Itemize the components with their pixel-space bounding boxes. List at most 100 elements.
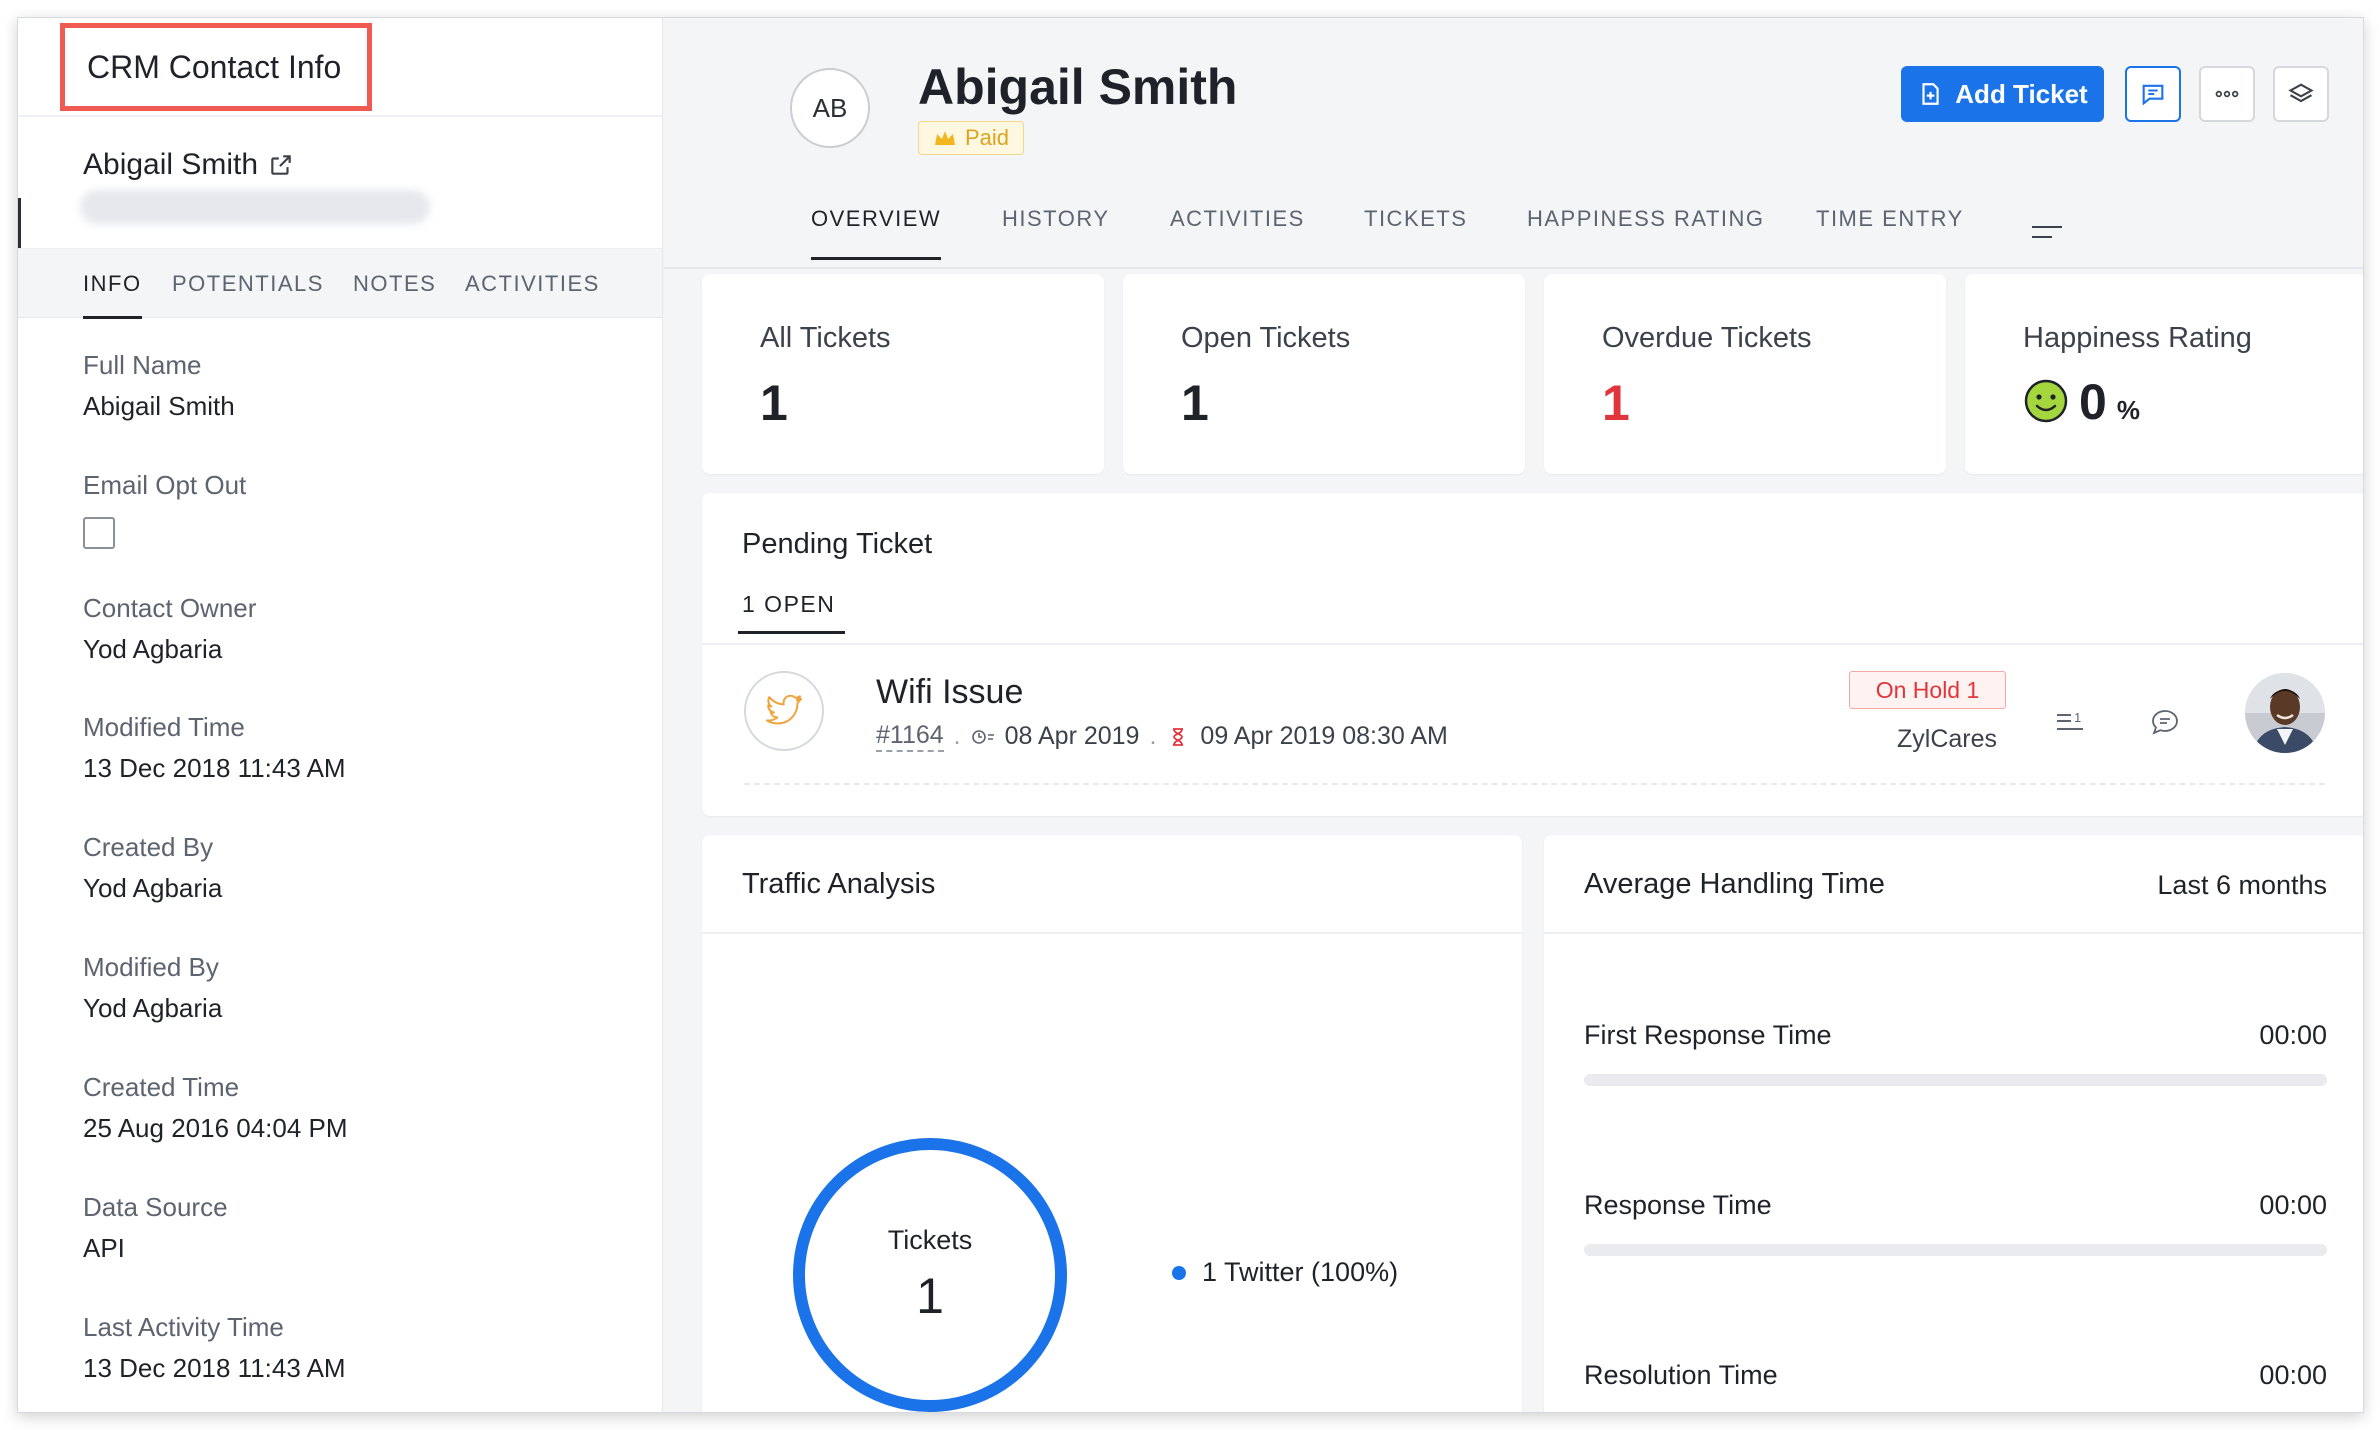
more-icon bbox=[2215, 90, 2239, 98]
ticket-subject[interactable]: Wifi Issue bbox=[876, 673, 1023, 712]
app-window: CRM Contact Info Abigail Smith INFO POTE… bbox=[17, 17, 2364, 1413]
add-ticket-icon bbox=[1922, 83, 1939, 105]
metric-value: 00:00 bbox=[2259, 1360, 2327, 1390]
layers-button[interactable] bbox=[2273, 66, 2329, 122]
field-label: Created Time bbox=[83, 1072, 240, 1102]
field-label: Modified By bbox=[83, 952, 219, 982]
field-label: Created By bbox=[83, 832, 214, 862]
tab-tickets[interactable]: TICKETS bbox=[1364, 206, 1467, 266]
status-badge[interactable]: On Hold 1 bbox=[1849, 671, 2006, 709]
crm-contact-panel: CRM Contact Info Abigail Smith INFO POTE… bbox=[18, 18, 663, 1412]
tab-open-tickets[interactable]: 1 OPEN bbox=[737, 591, 846, 634]
channel-badge bbox=[744, 671, 824, 751]
field-label: Email Opt Out bbox=[83, 470, 247, 500]
field-value: API bbox=[83, 1233, 125, 1263]
field-created-by: Created By Yod Agbaria bbox=[83, 832, 222, 904]
contact-name: Abigail Smith bbox=[918, 59, 1238, 115]
crown-icon bbox=[935, 131, 955, 145]
metric-value: 00:00 bbox=[2259, 1190, 2327, 1220]
twitter-icon bbox=[765, 695, 802, 725]
traffic-analysis-section: Traffic Analysis Tickets 1 1 Twitter (10… bbox=[702, 835, 1522, 1412]
field-label: Full Name bbox=[83, 350, 202, 380]
stat-value: 1 bbox=[760, 375, 788, 431]
field-full-name: Full Name Abigail Smith bbox=[83, 350, 235, 422]
stat-value: 1 bbox=[1181, 375, 1209, 431]
progress-bar bbox=[1584, 1244, 2327, 1256]
happiness-number: 0 bbox=[2079, 374, 2107, 430]
stat-label: Overdue Tickets bbox=[1602, 322, 1812, 354]
hourglass-icon bbox=[1173, 727, 1184, 746]
stat-label: All Tickets bbox=[760, 322, 891, 354]
stat-value: 1 bbox=[1602, 375, 1630, 431]
tab-history[interactable]: HISTORY bbox=[1002, 206, 1110, 266]
chat-button[interactable] bbox=[2125, 66, 2181, 122]
contact-avatar: AB bbox=[790, 68, 870, 148]
tab-activities[interactable]: ACTIVITIES bbox=[1170, 206, 1305, 266]
tab-overview[interactable]: OVERVIEW bbox=[811, 206, 942, 266]
thread-count-icon[interactable]: 1 bbox=[2055, 705, 2085, 735]
field-created-time: Created Time 25 Aug 2016 04:04 PM bbox=[83, 1072, 348, 1144]
stat-card-overdue-tickets[interactable]: Overdue Tickets 1 bbox=[1544, 274, 1946, 474]
add-ticket-label: Add Ticket bbox=[1955, 78, 2088, 109]
menu-icon[interactable] bbox=[2032, 224, 2062, 240]
tab-happiness-rating[interactable]: HAPPINESS RATING bbox=[1527, 206, 1765, 266]
field-last-activity-time: Last Activity Time 13 Dec 2018 11:43 AM bbox=[83, 1312, 346, 1384]
period-selector[interactable]: Last 6 months bbox=[2157, 870, 2327, 901]
ticket-created-date: 08 Apr 2019 bbox=[1004, 722, 1140, 750]
divider bbox=[702, 643, 2363, 645]
smiley-icon bbox=[2024, 379, 2068, 423]
divider bbox=[702, 932, 1522, 934]
department-name: ZylCares bbox=[1897, 725, 1998, 753]
donut-label: Tickets bbox=[887, 1225, 973, 1255]
ticket-id[interactable]: #1164 bbox=[876, 721, 944, 752]
stat-label: Open Tickets bbox=[1181, 322, 1351, 354]
ticket-meta: #1164 . 08 Apr 2019 . 09 Apr 2019 08:30 … bbox=[876, 721, 1448, 752]
overview-tabs: OVERVIEW HISTORY ACTIVITIES TICKETS HAPP… bbox=[664, 188, 2363, 268]
happiness-value: 0 % bbox=[2023, 374, 2140, 430]
add-ticket-button[interactable]: Add Ticket bbox=[1901, 66, 2104, 122]
layers-icon bbox=[2288, 83, 2314, 103]
metric-label: Resolution Time bbox=[1584, 1360, 1778, 1390]
stat-label: Happiness Rating bbox=[2023, 322, 2252, 354]
ticket-due-date: 09 Apr 2019 08:30 AM bbox=[1200, 722, 1448, 750]
agent-avatar[interactable] bbox=[2245, 673, 2325, 753]
paid-badge: Paid bbox=[918, 121, 1025, 155]
field-label: Last Activity Time bbox=[83, 1312, 284, 1342]
progress-bar bbox=[1584, 1074, 2327, 1086]
field-modified-by: Modified By Yod Agbaria bbox=[83, 952, 222, 1024]
field-contact-owner: Contact Owner Yod Agbaria bbox=[83, 593, 256, 665]
tab-notes[interactable]: NOTES bbox=[353, 249, 436, 319]
divider bbox=[18, 115, 662, 117]
field-value: 13 Dec 2018 11:43 AM bbox=[83, 753, 346, 783]
metric-label: Response Time bbox=[1584, 1190, 1772, 1220]
crm-contact-link[interactable]: Abigail Smith bbox=[83, 148, 294, 182]
section-title: Pending Ticket bbox=[742, 528, 933, 560]
field-modified-time: Modified Time 13 Dec 2018 11:43 AM bbox=[83, 712, 346, 784]
divider bbox=[744, 783, 2325, 785]
field-value: Yod Agbaria bbox=[83, 634, 223, 664]
crm-tabs: INFO POTENTIALS NOTES ACTIVITIES bbox=[18, 248, 662, 319]
donut-value: 1 bbox=[916, 1268, 944, 1324]
created-time-icon bbox=[971, 729, 994, 744]
tab-potentials[interactable]: POTENTIALS bbox=[172, 249, 324, 319]
average-handling-time-section: Average Handling Time Last 6 months Firs… bbox=[1544, 835, 2363, 1412]
chat-icon bbox=[2142, 84, 2164, 106]
reply-icon[interactable] bbox=[2150, 707, 2180, 737]
field-value: Abigail Smith bbox=[83, 391, 235, 421]
tab-time-entry[interactable]: TIME ENTRY bbox=[1816, 206, 1964, 266]
legend-dot bbox=[1172, 1265, 1186, 1280]
stat-card-all-tickets[interactable]: All Tickets 1 bbox=[702, 274, 1104, 474]
stat-card-open-tickets[interactable]: Open Tickets 1 bbox=[1123, 274, 1525, 474]
blurred-email bbox=[80, 190, 430, 224]
thread-count: 1 bbox=[2074, 710, 2081, 725]
email-opt-out-checkbox[interactable] bbox=[83, 517, 115, 549]
tab-activities[interactable]: ACTIVITIES bbox=[465, 249, 600, 319]
metric-value: 00:00 bbox=[2259, 1020, 2327, 1050]
separator-dot: . bbox=[953, 722, 961, 750]
more-options-button[interactable] bbox=[2199, 66, 2255, 122]
field-label: Contact Owner bbox=[83, 593, 257, 623]
stat-card-happiness-rating[interactable]: Happiness Rating 0 % bbox=[1965, 274, 2363, 474]
divider bbox=[1544, 932, 2363, 934]
tab-info[interactable]: INFO bbox=[83, 249, 142, 319]
field-label: Data Source bbox=[83, 1192, 228, 1222]
